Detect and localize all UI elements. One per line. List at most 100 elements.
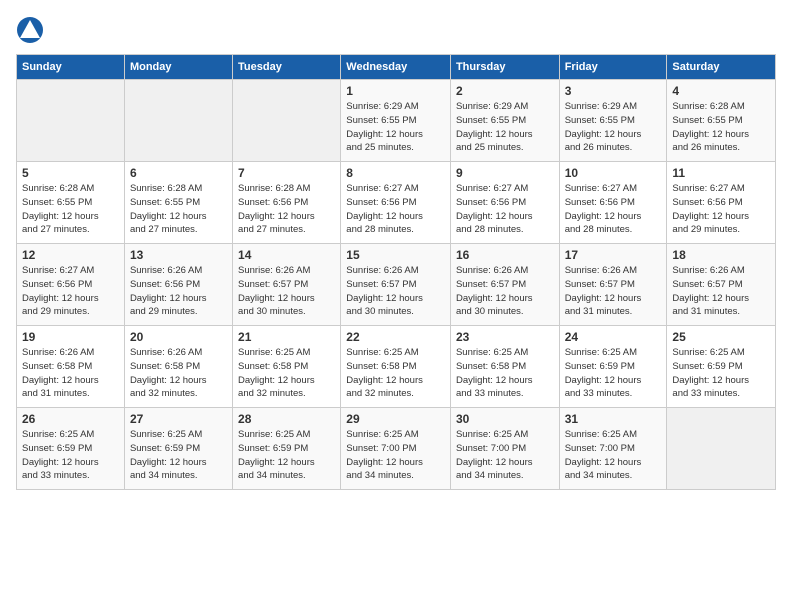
day-info: Sunrise: 6:26 AM Sunset: 6:57 PM Dayligh…: [456, 264, 554, 319]
day-number: 10: [565, 166, 662, 180]
header-sunday: Sunday: [17, 55, 125, 80]
calendar-cell: 22Sunrise: 6:25 AM Sunset: 6:58 PM Dayli…: [341, 326, 451, 408]
day-number: 30: [456, 412, 554, 426]
day-number: 19: [22, 330, 119, 344]
day-info: Sunrise: 6:26 AM Sunset: 6:58 PM Dayligh…: [22, 346, 119, 401]
calendar-cell: 11 Sunrise: 6:27 AM Sunset: 6:56 PM Dayli…: [667, 162, 776, 244]
day-info: Sunrise: 6:27 AM Sunset: 6:56 PM Dayligh…: [456, 182, 554, 237]
calendar-cell: [233, 80, 341, 162]
day-number: 2: [456, 84, 554, 98]
day-number: 7: [238, 166, 335, 180]
calendar-cell: 15 Sunrise: 6:26 AM Sunset: 6:57 PM Dayli…: [341, 244, 451, 326]
day-info: Sunrise: 6:25 AM Sunset: 6:59 PM Dayligh…: [238, 428, 335, 483]
calendar-cell: 18 Sunrise: 6:26 AM Sunset: 6:57 PM Dayli…: [667, 244, 776, 326]
calendar-cell: [17, 80, 125, 162]
day-info: Sunrise: 6:29 AM Sunset: 6:55 PM Dayligh…: [456, 100, 554, 155]
calendar-cell: 21 Sunrise: 6:25 AM Sunset: 6:58 PM Dayli…: [233, 326, 341, 408]
day-info: Sunrise: 6:25 AM Sunset: 6:59 PM Dayligh…: [672, 346, 770, 401]
calendar-week-1: 1 Sunrise: 6:29 AM Sunset: 6:55 PM Daylig…: [17, 80, 776, 162]
calendar-cell: 14 Sunrise: 6:26 AM Sunset: 6:57 PM Dayli…: [233, 244, 341, 326]
day-info: Sunrise: 6:26 AM Sunset: 6:57 PM Dayligh…: [346, 264, 445, 319]
day-number: 13: [130, 248, 227, 262]
calendar-week-2: 5Sunrise: 6:28 AM Sunset: 6:55 PM Daylig…: [17, 162, 776, 244]
day-number: 17: [565, 248, 662, 262]
calendar-cell: 20 Sunrise: 6:26 AM Sunset: 6:58 PM Dayli…: [124, 326, 232, 408]
day-number: 18: [672, 248, 770, 262]
day-info: Sunrise: 6:26 AM Sunset: 6:56 PM Dayligh…: [130, 264, 227, 319]
header-wednesday: Wednesday: [341, 55, 451, 80]
calendar-table: SundayMondayTuesdayWednesdayThursdayFrid…: [16, 54, 776, 490]
calendar-cell: 27Sunrise: 6:25 AM Sunset: 6:59 PM Dayli…: [124, 408, 232, 490]
calendar-cell: 23 Sunrise: 6:25 AM Sunset: 6:58 PM Dayli…: [450, 326, 559, 408]
day-info: Sunrise: 6:25 AM Sunset: 6:58 PM Dayligh…: [456, 346, 554, 401]
day-info: Sunrise: 6:26 AM Sunset: 6:58 PM Dayligh…: [130, 346, 227, 401]
header-thursday: Thursday: [450, 55, 559, 80]
day-info: Sunrise: 6:28 AM Sunset: 6:55 PM Dayligh…: [22, 182, 119, 237]
day-info: Sunrise: 6:25 AM Sunset: 6:59 PM Dayligh…: [22, 428, 119, 483]
day-info: Sunrise: 6:28 AM Sunset: 6:55 PM Dayligh…: [130, 182, 227, 237]
calendar-cell: 9 Sunrise: 6:27 AM Sunset: 6:56 PM Daylig…: [450, 162, 559, 244]
day-info: Sunrise: 6:25 AM Sunset: 7:00 PM Dayligh…: [346, 428, 445, 483]
calendar-cell: 25 Sunrise: 6:25 AM Sunset: 6:59 PM Dayli…: [667, 326, 776, 408]
day-info: Sunrise: 6:27 AM Sunset: 6:56 PM Dayligh…: [22, 264, 119, 319]
day-info: Sunrise: 6:29 AM Sunset: 6:55 PM Dayligh…: [346, 100, 445, 155]
day-number: 15: [346, 248, 445, 262]
calendar-cell: 5Sunrise: 6:28 AM Sunset: 6:55 PM Daylig…: [17, 162, 125, 244]
day-number: 22: [346, 330, 445, 344]
day-info: Sunrise: 6:25 AM Sunset: 6:59 PM Dayligh…: [130, 428, 227, 483]
calendar-cell: 8Sunrise: 6:27 AM Sunset: 6:56 PM Daylig…: [341, 162, 451, 244]
logo: [16, 16, 48, 44]
day-number: 31: [565, 412, 662, 426]
day-number: 29: [346, 412, 445, 426]
calendar-week-4: 19 Sunrise: 6:26 AM Sunset: 6:58 PM Dayli…: [17, 326, 776, 408]
day-info: Sunrise: 6:25 AM Sunset: 7:00 PM Dayligh…: [456, 428, 554, 483]
calendar-cell: 13 Sunrise: 6:26 AM Sunset: 6:56 PM Dayli…: [124, 244, 232, 326]
day-number: 1: [346, 84, 445, 98]
day-number: 6: [130, 166, 227, 180]
day-info: Sunrise: 6:27 AM Sunset: 6:56 PM Dayligh…: [346, 182, 445, 237]
calendar-cell: 30 Sunrise: 6:25 AM Sunset: 7:00 PM Dayli…: [450, 408, 559, 490]
calendar-week-3: 12 Sunrise: 6:27 AM Sunset: 6:56 PM Dayli…: [17, 244, 776, 326]
calendar-cell: 17 Sunrise: 6:26 AM Sunset: 6:57 PM Dayli…: [559, 244, 667, 326]
calendar-cell: 12 Sunrise: 6:27 AM Sunset: 6:56 PM Dayli…: [17, 244, 125, 326]
calendar-cell: 4 Sunrise: 6:28 AM Sunset: 6:55 PM Daylig…: [667, 80, 776, 162]
day-number: 20: [130, 330, 227, 344]
day-info: Sunrise: 6:25 AM Sunset: 6:58 PM Dayligh…: [238, 346, 335, 401]
day-number: 12: [22, 248, 119, 262]
calendar-cell: 1 Sunrise: 6:29 AM Sunset: 6:55 PM Daylig…: [341, 80, 451, 162]
calendar-cell: [124, 80, 232, 162]
header-tuesday: Tuesday: [233, 55, 341, 80]
header-saturday: Saturday: [667, 55, 776, 80]
header-friday: Friday: [559, 55, 667, 80]
day-number: 25: [672, 330, 770, 344]
day-info: Sunrise: 6:26 AM Sunset: 6:57 PM Dayligh…: [238, 264, 335, 319]
day-info: Sunrise: 6:27 AM Sunset: 6:56 PM Dayligh…: [672, 182, 770, 237]
day-info: Sunrise: 6:28 AM Sunset: 6:56 PM Dayligh…: [238, 182, 335, 237]
calendar-cell: 19 Sunrise: 6:26 AM Sunset: 6:58 PM Dayli…: [17, 326, 125, 408]
day-number: 28: [238, 412, 335, 426]
day-number: 21: [238, 330, 335, 344]
logo-icon: [16, 16, 44, 44]
day-info: Sunrise: 6:26 AM Sunset: 6:57 PM Dayligh…: [565, 264, 662, 319]
day-info: Sunrise: 6:25 AM Sunset: 6:59 PM Dayligh…: [565, 346, 662, 401]
day-info: Sunrise: 6:29 AM Sunset: 6:55 PM Dayligh…: [565, 100, 662, 155]
day-number: 11: [672, 166, 770, 180]
calendar-cell: 10 Sunrise: 6:27 AM Sunset: 6:56 PM Dayli…: [559, 162, 667, 244]
day-number: 16: [456, 248, 554, 262]
calendar-cell: 7 Sunrise: 6:28 AM Sunset: 6:56 PM Daylig…: [233, 162, 341, 244]
day-info: Sunrise: 6:26 AM Sunset: 6:57 PM Dayligh…: [672, 264, 770, 319]
header-monday: Monday: [124, 55, 232, 80]
calendar-cell: 29 Sunrise: 6:25 AM Sunset: 7:00 PM Dayli…: [341, 408, 451, 490]
calendar-cell: 31 Sunrise: 6:25 AM Sunset: 7:00 PM Dayli…: [559, 408, 667, 490]
day-number: 9: [456, 166, 554, 180]
day-info: Sunrise: 6:28 AM Sunset: 6:55 PM Dayligh…: [672, 100, 770, 155]
calendar-cell: 28 Sunrise: 6:25 AM Sunset: 6:59 PM Dayli…: [233, 408, 341, 490]
day-info: Sunrise: 6:25 AM Sunset: 7:00 PM Dayligh…: [565, 428, 662, 483]
day-number: 23: [456, 330, 554, 344]
calendar-cell: 16 Sunrise: 6:26 AM Sunset: 6:57 PM Dayli…: [450, 244, 559, 326]
day-info: Sunrise: 6:27 AM Sunset: 6:56 PM Dayligh…: [565, 182, 662, 237]
day-number: 14: [238, 248, 335, 262]
calendar-week-5: 26Sunrise: 6:25 AM Sunset: 6:59 PM Dayli…: [17, 408, 776, 490]
calendar-cell: 26Sunrise: 6:25 AM Sunset: 6:59 PM Dayli…: [17, 408, 125, 490]
day-number: 4: [672, 84, 770, 98]
